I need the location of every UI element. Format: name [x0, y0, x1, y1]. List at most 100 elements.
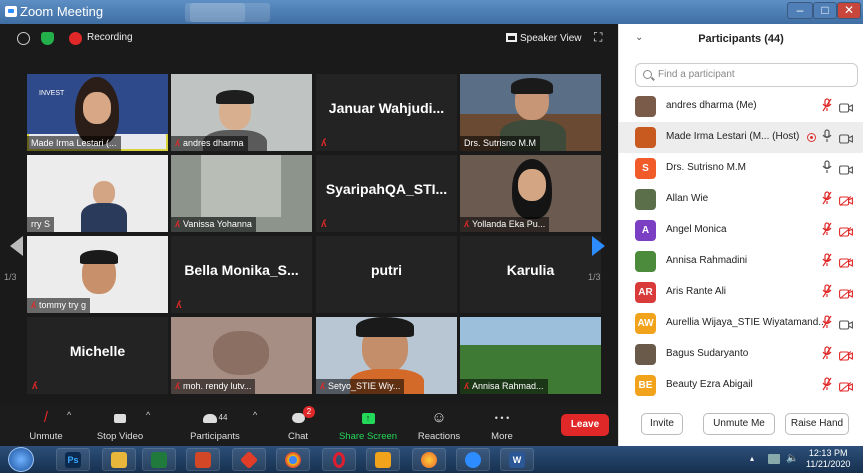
smiley-icon: ☺ [431, 409, 447, 426]
video-tile[interactable]: Karulia [460, 236, 601, 313]
chrome-taskbar-item[interactable] [276, 448, 310, 471]
avatar: A [635, 220, 656, 241]
video-tile[interactable]: ʎ moh. rendy lutv... [171, 317, 312, 394]
video-tile[interactable]: ʎ Annisa Rahmad... [460, 317, 601, 394]
opera-taskbar-item[interactable] [322, 448, 356, 471]
powerpoint-icon [195, 452, 211, 468]
start-button-icon[interactable] [8, 447, 34, 472]
next-page-button[interactable]: 1/3 [588, 222, 618, 300]
foggy-trees [201, 155, 281, 217]
video-tile[interactable]: ʎ tommy try g [27, 236, 168, 313]
tray-chevron-icon[interactable]: ▴ [750, 454, 754, 463]
participant-row[interactable]: Annisa Rahmadini [619, 246, 863, 277]
tile-name: moh. rendy lutv... [183, 381, 252, 391]
participant-row[interactable]: AR Aris Rante Ali [619, 277, 863, 308]
zoom-taskbar-item[interactable] [456, 448, 490, 471]
chevron-up-icon[interactable]: ^ [146, 410, 150, 420]
anydesk-taskbar-item[interactable] [232, 448, 266, 471]
video-tile[interactable]: ʎ Vanissa Yohanna [171, 155, 312, 232]
clock-date: 11/21/2020 [806, 459, 851, 469]
search-icon [643, 70, 652, 79]
excel-icon [151, 452, 167, 468]
network-icon[interactable] [768, 454, 780, 464]
excel-taskbar-item[interactable] [142, 448, 176, 471]
video-tile[interactable]: rry S [27, 155, 168, 232]
participant-face [93, 181, 115, 205]
raise-hand-button[interactable]: Raise Hand [785, 413, 849, 435]
participant-name: Allan Wie [666, 193, 709, 204]
info-icon[interactable] [17, 32, 30, 45]
chrome-icon [285, 452, 301, 468]
clock-time: 12:13 PM [808, 448, 848, 458]
chevron-up-icon[interactable]: ^ [253, 410, 257, 420]
video-tile[interactable]: ʎ andres dharma [171, 74, 312, 151]
zoom-app-icon [5, 6, 17, 17]
video-tile[interactable]: Drs. Sutrisno M.M [460, 74, 601, 151]
mic-muted-icon [822, 377, 832, 391]
share-screen-icon: ↑ [336, 409, 400, 427]
video-tile[interactable]: Januar Wahjudi... ʎ [316, 74, 457, 151]
participant-search-input[interactable]: Find a participant [635, 63, 858, 87]
reactions-button[interactable]: ☺ Reactions [414, 404, 464, 446]
explorer-taskbar-item[interactable] [102, 448, 136, 471]
tile-name: Made Irma Lestari (... [27, 136, 121, 151]
encryption-shield-icon[interactable] [41, 32, 54, 45]
video-tile[interactable]: INVEST Made Irma Lestari (... [27, 74, 168, 151]
photoshop-icon: Ps [65, 452, 81, 468]
video-tile[interactable]: SyaripahQA_STI... ʎ [316, 155, 457, 232]
slide-text: INVEST [39, 90, 65, 97]
more-button[interactable]: • • • More [480, 404, 524, 446]
participant-name: Angel Monica [666, 224, 727, 235]
video-tile[interactable]: Bella Monika_S... ʎ [171, 236, 312, 313]
leave-button[interactable]: Leave [561, 414, 609, 436]
video-tile[interactable]: putri [316, 236, 457, 313]
participant-row[interactable]: S Drs. Sutrisno M.M [619, 153, 863, 184]
outlook-taskbar-item[interactable] [366, 448, 400, 471]
previous-page-button[interactable]: 1/3 [0, 222, 34, 300]
video-off-icon [839, 379, 853, 392]
mic-muted-icon [822, 284, 832, 298]
tile-name: Setyo_STIE Wiy... [328, 381, 401, 391]
video-tile[interactable]: Michelle ʎ [27, 317, 168, 394]
zoom-window: Zoom Meeting – □ ✕ Recording Speaker Vie… [0, 0, 863, 473]
speaker-view-button[interactable]: Speaker View [506, 29, 586, 49]
photoshop-taskbar-item[interactable]: Ps [56, 448, 90, 471]
unmute-me-button[interactable]: Unmute Me [703, 413, 775, 435]
reactions-label: Reactions [417, 431, 461, 442]
system-clock[interactable]: 12:13 PM 11/21/2020 [806, 448, 850, 470]
participant-row[interactable]: Made Irma Lestari (M... (Host) [619, 122, 863, 153]
volume-icon[interactable]: 🔈 [786, 453, 798, 464]
close-button[interactable]: ✕ [837, 2, 861, 19]
share-screen-button[interactable]: ↑ Share Screen [336, 404, 400, 446]
arrow-left-icon [10, 236, 23, 256]
participant-row[interactable]: BE Beauty Ezra Abigail [619, 370, 863, 401]
maximize-button[interactable]: □ [813, 2, 837, 19]
participant-row[interactable]: A Angel Monica [619, 215, 863, 246]
participant-row[interactable]: Allan Wie [619, 184, 863, 215]
video-off-icon [839, 348, 853, 361]
invite-button[interactable]: Invite [641, 413, 683, 435]
word-taskbar-item[interactable]: W [500, 448, 534, 471]
recording-label: Recording [87, 32, 133, 43]
video-tile[interactable]: ʎ Yollanda Eka Pu... [460, 155, 601, 232]
participants-button[interactable]: 44 Participants [183, 404, 247, 446]
mic-icon [822, 160, 832, 174]
participant-name: Aris Rante Ali [666, 286, 727, 297]
video-tile[interactable]: ʎ Setyo_STIE Wiy... [316, 317, 457, 394]
headphones [511, 78, 553, 94]
recording-icon [69, 32, 82, 45]
participant-row[interactable]: AW Aurellia Wijaya_STIE Wiyatamand... [619, 308, 863, 339]
participant-hair [80, 250, 118, 264]
fullscreen-icon[interactable]: ⛶ [594, 30, 608, 44]
firefox-taskbar-item[interactable] [412, 448, 446, 471]
stop-video-button[interactable]: Stop Video [90, 404, 150, 446]
participant-row[interactable]: Bagus Sudaryanto [619, 339, 863, 370]
folder-icon [111, 452, 127, 468]
unmute-button[interactable]: / Unmute [22, 404, 70, 446]
avatar [635, 251, 656, 272]
participant-row[interactable]: andres dharma (Me) [619, 91, 863, 122]
chevron-up-icon[interactable]: ^ [67, 410, 71, 420]
powerpoint-taskbar-item[interactable] [186, 448, 220, 471]
page-indicator: 1/3 [4, 272, 17, 282]
minimize-button[interactable]: – [787, 2, 813, 19]
